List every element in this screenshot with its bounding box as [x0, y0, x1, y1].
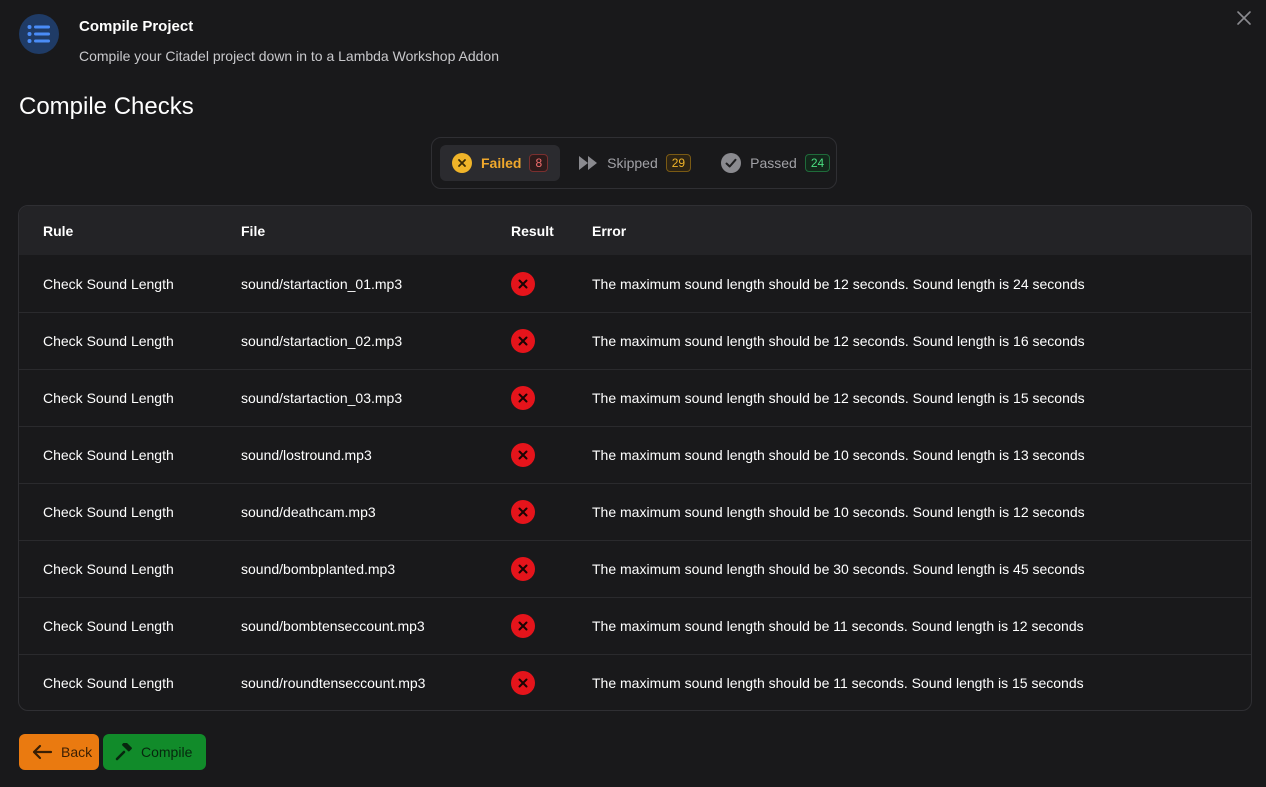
- result-cell: [511, 671, 592, 695]
- x-circle-icon: [452, 153, 472, 173]
- back-button-label: Back: [61, 744, 93, 760]
- compile-button[interactable]: Compile: [103, 734, 206, 770]
- column-header-result: Result: [511, 222, 554, 239]
- column-header-file: File: [241, 222, 266, 239]
- table-row: Check Sound Length sound/bombtenseccount…: [19, 597, 1251, 654]
- table-row: Check Sound Length sound/bombplanted.mp3…: [19, 540, 1251, 597]
- file-cell: sound/startaction_02.mp3: [241, 333, 403, 349]
- tab-failed-label: Failed: [481, 155, 522, 171]
- error-cell: The maximum sound length should be 12 se…: [592, 390, 1085, 406]
- dialog-title: Compile Project: [79, 18, 194, 35]
- result-cell: [511, 329, 592, 353]
- error-cell: The maximum sound length should be 11 se…: [592, 618, 1084, 634]
- hammer-icon: [115, 743, 133, 761]
- table-row: Check Sound Length sound/startaction_02.…: [19, 312, 1251, 369]
- check-circle-icon: [721, 153, 742, 173]
- compile-button-label: Compile: [141, 744, 193, 760]
- error-cell: The maximum sound length should be 10 se…: [592, 504, 1085, 520]
- column-header-error: Error: [592, 222, 627, 239]
- rule-cell: Check Sound Length: [43, 618, 174, 634]
- rule-cell: Check Sound Length: [43, 275, 174, 292]
- file-cell: sound/startaction_03.mp3: [241, 390, 403, 406]
- result-cell: [511, 386, 592, 410]
- failed-count-badge: 8: [529, 154, 549, 172]
- table-row: Check Sound Length sound/startaction_03.…: [19, 369, 1251, 426]
- rule-cell: Check Sound Length: [43, 333, 174, 349]
- fail-x-icon: [511, 614, 535, 638]
- table-row: Check Sound Length sound/lostround.mp3 T…: [19, 426, 1251, 483]
- error-cell: The maximum sound length should be 30 se…: [592, 561, 1085, 577]
- tab-failed[interactable]: Failed 8: [440, 145, 561, 181]
- table-header: Rule File Result Error: [19, 206, 1251, 255]
- rule-cell: Check Sound Length: [43, 561, 174, 577]
- fail-x-icon: [511, 500, 535, 524]
- dialog-header: Compile Project Compile your Citadel pro…: [19, 14, 499, 64]
- passed-count-badge: 24: [804, 154, 831, 172]
- result-cell: [511, 557, 592, 581]
- table-row: Check Sound Length sound/startaction_01.…: [19, 255, 1251, 312]
- close-button[interactable]: [1236, 10, 1252, 26]
- table-row: Check Sound Length sound/roundtenseccoun…: [19, 654, 1251, 710]
- error-cell: The maximum sound length should be 11 se…: [592, 675, 1084, 691]
- fail-x-icon: [511, 271, 535, 296]
- fail-x-icon: [511, 386, 535, 410]
- fail-x-icon: [511, 557, 535, 581]
- fast-forward-icon: [578, 155, 598, 171]
- result-cell: [511, 271, 592, 296]
- file-cell: sound/lostround.mp3: [241, 447, 372, 463]
- section-title: Compile Checks: [19, 93, 194, 120]
- rule-cell: Check Sound Length: [43, 675, 174, 691]
- tab-passed[interactable]: Passed 24: [709, 145, 842, 181]
- fail-x-icon: [511, 329, 535, 353]
- tab-passed-label: Passed: [750, 155, 797, 171]
- fail-x-icon: [511, 671, 535, 695]
- file-cell: sound/bombtenseccount.mp3: [241, 618, 425, 634]
- arrow-left-icon: [31, 744, 53, 760]
- error-cell: The maximum sound length should be 12 se…: [592, 275, 1085, 292]
- file-cell: sound/deathcam.mp3: [241, 504, 376, 520]
- back-button[interactable]: Back: [19, 734, 99, 770]
- rule-cell: Check Sound Length: [43, 504, 174, 520]
- compile-checks-table: Rule File Result Error Check Sound Lengt…: [18, 205, 1252, 711]
- rule-cell: Check Sound Length: [43, 390, 174, 406]
- file-cell: sound/startaction_01.mp3: [241, 275, 403, 292]
- column-header-rule: Rule: [43, 222, 74, 239]
- result-cell: [511, 500, 592, 524]
- tab-skipped-label: Skipped: [607, 155, 658, 171]
- rule-cell: Check Sound Length: [43, 447, 174, 463]
- result-cell: [511, 443, 592, 467]
- error-cell: The maximum sound length should be 12 se…: [592, 333, 1085, 349]
- file-cell: sound/bombplanted.mp3: [241, 561, 396, 577]
- tab-skipped[interactable]: Skipped 29: [566, 145, 703, 181]
- error-cell: The maximum sound length should be 10 se…: [592, 447, 1085, 463]
- close-icon: [1237, 11, 1251, 25]
- file-cell: sound/roundtenseccount.mp3: [241, 675, 426, 691]
- result-cell: [511, 614, 592, 638]
- result-filter-bar: Failed 8 Skipped 29 Passed 24: [431, 137, 837, 189]
- dialog-subtitle: Compile your Citadel project down in to …: [79, 48, 499, 64]
- skipped-count-badge: 29: [665, 154, 692, 172]
- table-row: Check Sound Length sound/deathcam.mp3 Th…: [19, 483, 1251, 540]
- list-icon: [19, 14, 59, 54]
- fail-x-icon: [511, 443, 535, 467]
